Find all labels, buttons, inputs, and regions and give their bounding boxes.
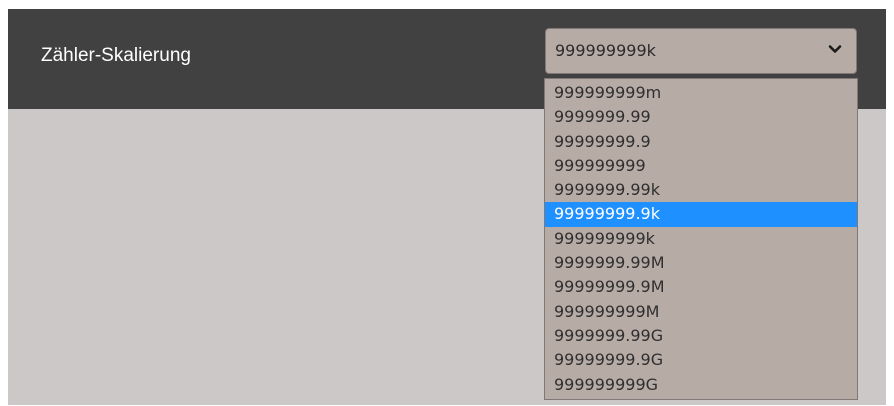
dropdown-option[interactable]: 999999999M [545,300,857,324]
counter-scaling-select[interactable]: 999999999k [545,28,857,74]
chevron-down-icon [828,45,842,53]
settings-panel: Zähler-Skalierung 999999999k 999999999m … [8,9,886,405]
dropdown-option[interactable]: 99999999.9M [545,275,857,299]
dropdown-option[interactable]: 9999999.99 [545,105,857,129]
dropdown-option[interactable]: 99999999.9G [545,348,857,372]
dropdown-option[interactable]: 9999999.99M [545,251,857,275]
setting-label: Zähler-Skalierung [41,45,191,66]
dropdown-option[interactable]: 9999999.99G [545,324,857,348]
dropdown-option[interactable]: 999999999G [545,373,857,397]
dropdown-option-highlighted[interactable]: 99999999.9k [545,202,857,227]
dropdown-option[interactable]: 9999999.99k [545,178,857,202]
select-current-value: 999999999k [555,41,656,60]
dropdown-option[interactable]: 999999999m [545,81,857,105]
dropdown-option[interactable]: 999999999 [545,154,857,178]
dropdown-option[interactable]: 999999999k [545,227,857,251]
dropdown-options-list: 999999999m 9999999.99 99999999.9 9999999… [544,78,858,400]
dropdown-option[interactable]: 99999999.9 [545,130,857,154]
